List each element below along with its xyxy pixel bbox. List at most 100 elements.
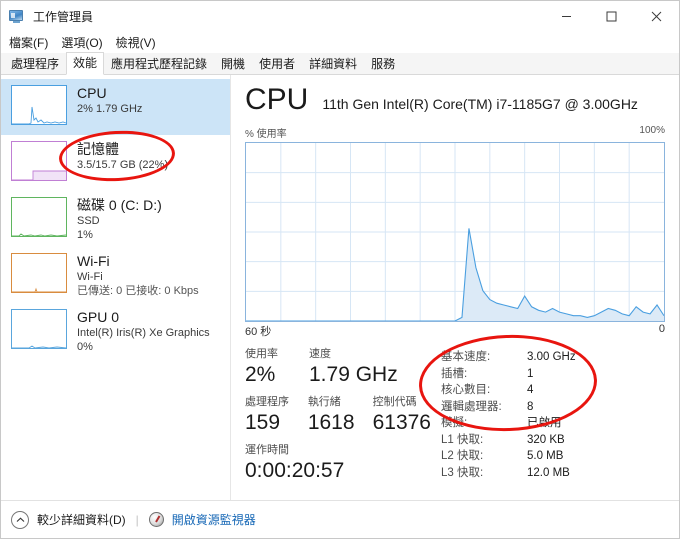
close-button[interactable] xyxy=(634,1,679,32)
tab-users[interactable]: 使用者 xyxy=(252,53,302,75)
sockets-value: 1 xyxy=(527,367,534,380)
cores-label: 核心數目: xyxy=(441,384,491,396)
l1-cache-value: 320 KB xyxy=(527,433,565,446)
cpu-stats-secondary: 基本速度: 3.00 GHz 插槽: 1 核心數目: 4 邏輯處理器: 8 模擬… xyxy=(431,347,665,484)
sidebar-item-wifi[interactable]: Wi-Fi Wi-Fi 已傳送: 0 已接收: 0 Kbps xyxy=(1,247,230,303)
sidebar-item-disk-0-line2: 1% xyxy=(77,229,93,241)
wifi-thumbnail-graph xyxy=(11,253,67,293)
threads-label: 執行緒 xyxy=(307,396,341,408)
l3-cache-label: L3 快取: xyxy=(441,466,484,479)
base-speed-value: 3.00 GHz xyxy=(527,351,576,363)
sidebar-item-wifi-line2: 已傳送: 0 已接收: 0 Kbps xyxy=(77,285,199,297)
chart-y-max-label: 100% xyxy=(639,125,665,136)
sidebar-item-memory-title: 記憶體 xyxy=(77,141,119,157)
l3-cache-value: 12.0 MB xyxy=(527,466,570,479)
tab-processes[interactable]: 處理程序 xyxy=(4,53,66,75)
memory-thumbnail-graph xyxy=(11,141,67,181)
maximize-button[interactable] xyxy=(589,1,634,32)
sidebar-item-cpu[interactable]: CPU 2% 1.79 GHz xyxy=(1,79,230,135)
sidebar-item-memory[interactable]: 記憶體 3.5/15.7 GB (22%) xyxy=(1,135,230,191)
l2-cache-label: L2 快取: xyxy=(441,450,484,462)
handles-value: 61376 xyxy=(372,411,431,434)
sidebar-item-wifi-title: Wi-Fi xyxy=(77,253,110,269)
sidebar-item-disk-0-title: 磁碟 0 (C: D:) xyxy=(77,197,162,213)
logical-processors-label: 邏輯處理器: xyxy=(441,400,502,413)
processes-label: 處理程序 xyxy=(245,396,289,408)
utilization-label: 使用率 xyxy=(245,348,278,360)
task-manager-window: 工作管理員 檔案(F) 選項(O) 檢視(V) 處理程序 效能 應用程式歷程記錄… xyxy=(0,0,680,539)
threads-value: 1618 xyxy=(307,411,355,434)
chart-x-end-label: 0 xyxy=(658,323,665,335)
chart-bottom-labels: 60 秒 0 xyxy=(245,323,665,339)
cores-value: 4 xyxy=(527,384,534,396)
sidebar-item-disk-0-line1: SSD xyxy=(77,215,100,227)
open-resource-monitor-link[interactable]: 開啟資源監視器 xyxy=(172,511,256,528)
sockets-label: 插槽: xyxy=(441,367,468,380)
cores-row: 核心數目: 4 xyxy=(441,382,665,399)
menu-item-options[interactable]: 選項(O) xyxy=(61,34,102,51)
menu-item-view[interactable]: 檢視(V) xyxy=(116,34,156,51)
sidebar-item-disk-0[interactable]: 磁碟 0 (C: D:) SSD 1% xyxy=(1,191,230,247)
virtualization-value: 已啟用 xyxy=(527,417,562,429)
sidebar-item-gpu-0[interactable]: GPU 0 Intel(R) Iris(R) Xe Graphics 0% xyxy=(1,303,230,359)
tab-performance[interactable]: 效能 xyxy=(66,52,105,75)
page-title: CPU xyxy=(245,83,309,116)
resource-monitor-icon[interactable] xyxy=(148,512,164,527)
fewer-details-button[interactable]: 較少詳細資料(D) xyxy=(37,511,126,528)
sidebar-item-wifi-line1: Wi-Fi xyxy=(77,271,103,283)
window-controls xyxy=(544,1,679,32)
tab-app-history[interactable]: 應用程式歷程記錄 xyxy=(104,53,214,75)
sidebar-item-cpu-title: CPU xyxy=(77,85,107,101)
base-speed-label: 基本速度: xyxy=(441,351,491,363)
cpu-thumbnail-graph xyxy=(11,85,67,125)
disk-thumbnail-graph xyxy=(11,197,67,237)
cpu-model-name: 11th Gen Intel(R) Core(TM) i7-1185G7 @ 3… xyxy=(322,96,638,112)
chart-y-axis-label: % 使用率 xyxy=(245,129,287,140)
uptime-value: 0:00:20:57 xyxy=(245,459,345,482)
window-title: 工作管理員 xyxy=(33,10,94,24)
l2-cache-row: L2 快取: 5.0 MB xyxy=(441,448,665,465)
handles-label: 控制代碼 xyxy=(372,396,417,408)
l2-cache-value: 5.0 MB xyxy=(527,450,564,462)
logical-processors-value: 8 xyxy=(527,400,534,413)
sockets-row: 插槽: 1 xyxy=(441,366,665,383)
tab-details[interactable]: 詳細資料 xyxy=(302,53,364,75)
task-manager-icon xyxy=(9,9,27,25)
sidebar-item-gpu-0-line1: Intel(R) Iris(R) Xe Graphics xyxy=(77,327,210,339)
sidebar-item-cpu-line1: 2% 1.79 GHz xyxy=(77,103,143,115)
tab-startup[interactable]: 開機 xyxy=(214,53,252,75)
performance-detail-pane: CPU 11th Gen Intel(R) Core(TM) i7-1185G7… xyxy=(231,75,679,500)
chart-top-labels: % 使用率 100% xyxy=(245,125,665,140)
status-bar: 較少詳細資料(D) | 開啟資源監視器 xyxy=(1,500,679,538)
l1-cache-label: L1 快取: xyxy=(441,433,484,446)
processes-value: 159 xyxy=(245,411,281,434)
chart-gridlines xyxy=(246,143,664,321)
footer-separator: | xyxy=(135,512,139,527)
chevron-up-icon[interactable] xyxy=(11,510,29,529)
cpu-chart-svg xyxy=(246,143,664,321)
minimize-button[interactable] xyxy=(544,1,589,32)
menu-item-file[interactable]: 檔案(F) xyxy=(9,34,48,51)
sidebar-item-gpu-0-title: GPU 0 xyxy=(77,309,120,325)
speed-value: 1.79 GHz xyxy=(309,363,398,386)
content-area: CPU 2% 1.79 GHz 記憶體 3.5/15.7 GB (22%) 磁碟… xyxy=(1,75,679,500)
speed-label: 速度 xyxy=(309,348,331,360)
uptime-label: 運作時間 xyxy=(245,444,289,456)
chart-x-start-label: 60 秒 xyxy=(245,326,272,338)
title-bar: 工作管理員 xyxy=(1,1,679,32)
utilization-value: 2% xyxy=(245,363,276,386)
cpu-utilization-chart xyxy=(245,142,665,322)
sidebar-item-memory-line1: 3.5/15.7 GB (22%) xyxy=(77,159,169,171)
virtualization-row: 模擬: 已啟用 xyxy=(441,415,665,432)
virtualization-label: 模擬: xyxy=(441,417,468,429)
logical-processors-row: 邏輯處理器: 8 xyxy=(441,399,665,416)
tab-services[interactable]: 服務 xyxy=(364,53,402,75)
l1-cache-row: L1 快取: 320 KB xyxy=(441,432,665,449)
base-speed-row: 基本速度: 3.00 GHz xyxy=(441,349,665,366)
cpu-stats: 使用率 2% 速度 1.79 GHz 處理程序 159 執行緒 1618 控制代… xyxy=(245,347,665,484)
menu-bar: 檔案(F) 選項(O) 檢視(V) xyxy=(1,32,679,53)
l3-cache-row: L3 快取: 12.0 MB xyxy=(441,465,665,482)
gpu-thumbnail-graph xyxy=(11,309,67,349)
resource-sidebar: CPU 2% 1.79 GHz 記憶體 3.5/15.7 GB (22%) 磁碟… xyxy=(1,75,231,500)
cpu-stats-primary: 使用率 2% 速度 1.79 GHz 處理程序 159 執行緒 1618 控制代… xyxy=(245,347,431,484)
